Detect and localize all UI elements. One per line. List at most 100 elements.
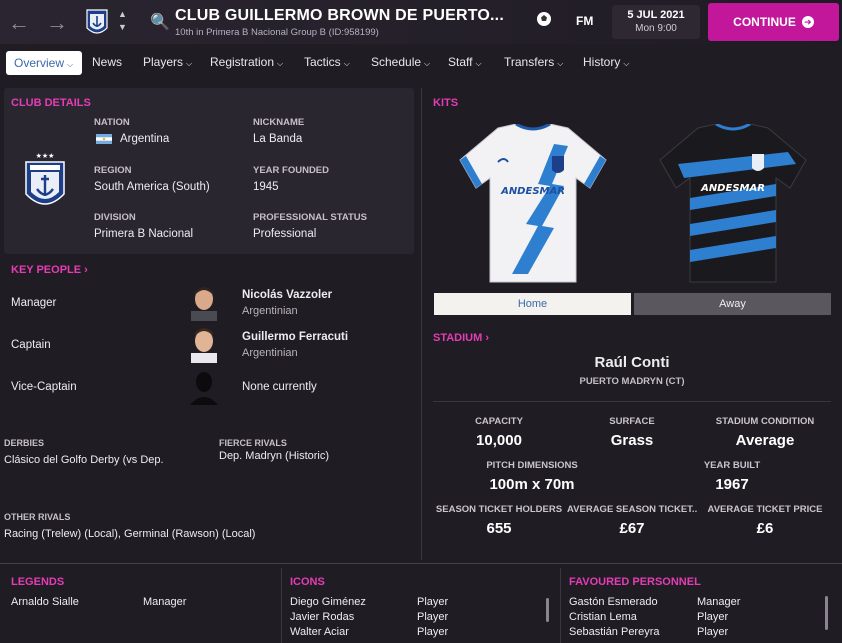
- stadium-name[interactable]: Raúl Conti: [433, 354, 831, 371]
- other-rivals-label: OTHER RIVALS: [4, 512, 71, 522]
- icon-role: Player: [417, 626, 449, 638]
- manager-name[interactable]: Nicolás Vazzoler: [242, 289, 332, 301]
- icon-name[interactable]: Walter Aciar: [290, 626, 349, 638]
- founded-value: 1945: [253, 181, 279, 193]
- capacity-value: 10,000: [476, 432, 522, 449]
- icons-heading: ICONS: [290, 576, 325, 588]
- tab-tactics[interactable]: Tactics ⌵: [304, 50, 350, 74]
- argentina-flag-icon: [96, 134, 112, 144]
- derbies-value[interactable]: Clásico del Golfo Derby (vs Dep.: [4, 454, 164, 466]
- home-kit-shirt[interactable]: ANDESMAR: [458, 124, 608, 284]
- fierce-rivals-value[interactable]: Dep. Madryn (Historic): [219, 450, 329, 462]
- role-manager: Manager: [11, 297, 57, 309]
- tab-news[interactable]: News: [92, 50, 122, 74]
- surface-value: Grass: [610, 432, 654, 449]
- tab-transfers[interactable]: Transfers ⌵: [504, 50, 563, 74]
- football-icon[interactable]: [536, 11, 552, 27]
- captain-avatar[interactable]: [187, 325, 221, 363]
- favoured-name[interactable]: Gastón Esmerado: [569, 596, 658, 608]
- club-crest-icon: ★★★: [25, 152, 65, 205]
- tab-players[interactable]: Players ⌵: [143, 50, 192, 74]
- away-kit-sponsor: ANDESMAR: [700, 183, 765, 194]
- favoured-name[interactable]: Sebastián Pereyra: [569, 626, 660, 638]
- key-people-heading[interactable]: KEY PEOPLE ›: [11, 264, 88, 276]
- vice-captain-name: None currently: [242, 381, 317, 393]
- chevron-down-icon: ⌵: [277, 59, 284, 68]
- stadium-heading[interactable]: STADIUM ›: [433, 332, 489, 344]
- legend-role: Manager: [143, 596, 187, 608]
- icon-role: Player: [417, 596, 449, 608]
- time-text: Mon 9:00: [635, 23, 677, 34]
- surface-label: SURFACE: [609, 416, 655, 427]
- favoured-scrollbar[interactable]: [825, 596, 828, 630]
- legends-icons-divider: [281, 568, 282, 643]
- away-kit-shirt[interactable]: ANDESMAR: [658, 124, 808, 284]
- home-kit-button[interactable]: Home: [434, 293, 631, 315]
- icon-name[interactable]: Diego Giménez: [290, 596, 366, 608]
- top-bar: ← → ▲ ▼ 🔍 CLUB GUILLERMO BROWN DE PUERTO.…: [0, 0, 842, 44]
- tab-staff[interactable]: Staff ⌵: [448, 50, 482, 74]
- tab-schedule[interactable]: Schedule ⌵: [371, 50, 430, 74]
- date-display[interactable]: 5 JUL 2021 Mon 9:00: [612, 5, 700, 39]
- legend-name[interactable]: Arnaldo Sialle: [11, 596, 79, 608]
- forward-arrow-icon[interactable]: →: [46, 10, 68, 36]
- manager-avatar[interactable]: [187, 283, 221, 321]
- tab-registration[interactable]: Registration ⌵: [210, 50, 283, 74]
- nation-value[interactable]: Argentina: [120, 133, 169, 145]
- division-label: DIVISION: [94, 212, 136, 223]
- icon-name[interactable]: Javier Rodas: [290, 611, 354, 623]
- nation-label: NATION: [94, 117, 130, 128]
- capacity-label: CAPACITY: [475, 416, 523, 427]
- tab-label: Transfers: [504, 55, 555, 69]
- tab-label: Players: [143, 55, 184, 69]
- chevron-right-icon: ›: [84, 264, 88, 276]
- icons-personnel-divider: [560, 568, 561, 643]
- season-ticket-holders-label: SEASON TICKET HOLDERS: [435, 504, 563, 515]
- tab-label: News: [92, 55, 123, 69]
- svg-text:★★★: ★★★: [36, 152, 55, 160]
- tab-history[interactable]: History ⌵: [583, 50, 629, 74]
- chevron-down-icon: ⌵: [623, 59, 630, 68]
- icons-scrollbar[interactable]: [546, 598, 549, 622]
- favoured-personnel-heading: FAVOURED PERSONNEL: [569, 576, 701, 588]
- continue-button[interactable]: CONTINUE ➜: [708, 3, 839, 41]
- division-value[interactable]: Primera B Nacional: [94, 228, 193, 240]
- favoured-role: Manager: [697, 596, 741, 608]
- favoured-name[interactable]: Cristian Lema: [569, 611, 637, 623]
- role-vice-captain: Vice-Captain: [11, 381, 77, 393]
- chevron-down-icon: ⌵: [424, 59, 431, 68]
- chevron-down-icon: ⌵: [557, 59, 564, 68]
- club-crest-small-icon[interactable]: [86, 6, 108, 38]
- fierce-rivals-label: FIERCE RIVALS: [219, 438, 287, 448]
- club-switcher[interactable]: ▲ ▼: [118, 8, 127, 34]
- icon-role: Player: [417, 611, 449, 623]
- search-icon[interactable]: 🔍: [150, 12, 170, 32]
- avg-season-ticket-label: AVERAGE SEASON TICKET...: [567, 504, 697, 515]
- region-value[interactable]: South America (South): [94, 181, 210, 193]
- chevron-down-icon: ⌵: [67, 60, 74, 69]
- derbies-label: DERBIES: [4, 438, 45, 448]
- stadium-heading-text: STADIUM: [433, 332, 483, 344]
- role-captain: Captain: [11, 339, 51, 351]
- status-label: PROFESSIONAL STATUS: [253, 212, 368, 223]
- nickname-label: NICKNAME: [253, 117, 305, 128]
- chevron-down-icon: ⌵: [475, 59, 482, 68]
- stadium-divider: [433, 401, 831, 402]
- year-built-label: YEAR BUILT: [703, 460, 761, 471]
- date-text: 5 JUL 2021: [627, 9, 685, 21]
- avg-ticket-price-value: £6: [756, 520, 774, 537]
- away-kit-button[interactable]: Away: [634, 293, 831, 315]
- captain-name[interactable]: Guillermo Ferracuti: [242, 331, 348, 343]
- back-arrow-icon[interactable]: ←: [8, 10, 30, 36]
- pitch-label: PITCH DIMENSIONS: [486, 460, 578, 471]
- tab-label: Registration: [210, 55, 275, 69]
- home-kit-sponsor: ANDESMAR: [500, 186, 565, 197]
- year-built-value: 1967: [715, 476, 749, 493]
- fm-logo[interactable]: FM: [576, 14, 593, 28]
- other-rivals-value[interactable]: Racing (Trelew) (Local), Germinal (Rawso…: [4, 528, 255, 540]
- tab-bar: Overview ⌵ News Players ⌵ Registration ⌵ Ta…: [0, 48, 842, 76]
- chevron-down-icon: ⌵: [186, 59, 193, 68]
- continue-label: CONTINUE: [733, 15, 796, 29]
- nickname-value: La Banda: [253, 133, 303, 145]
- tab-overview[interactable]: Overview ⌵: [6, 51, 82, 75]
